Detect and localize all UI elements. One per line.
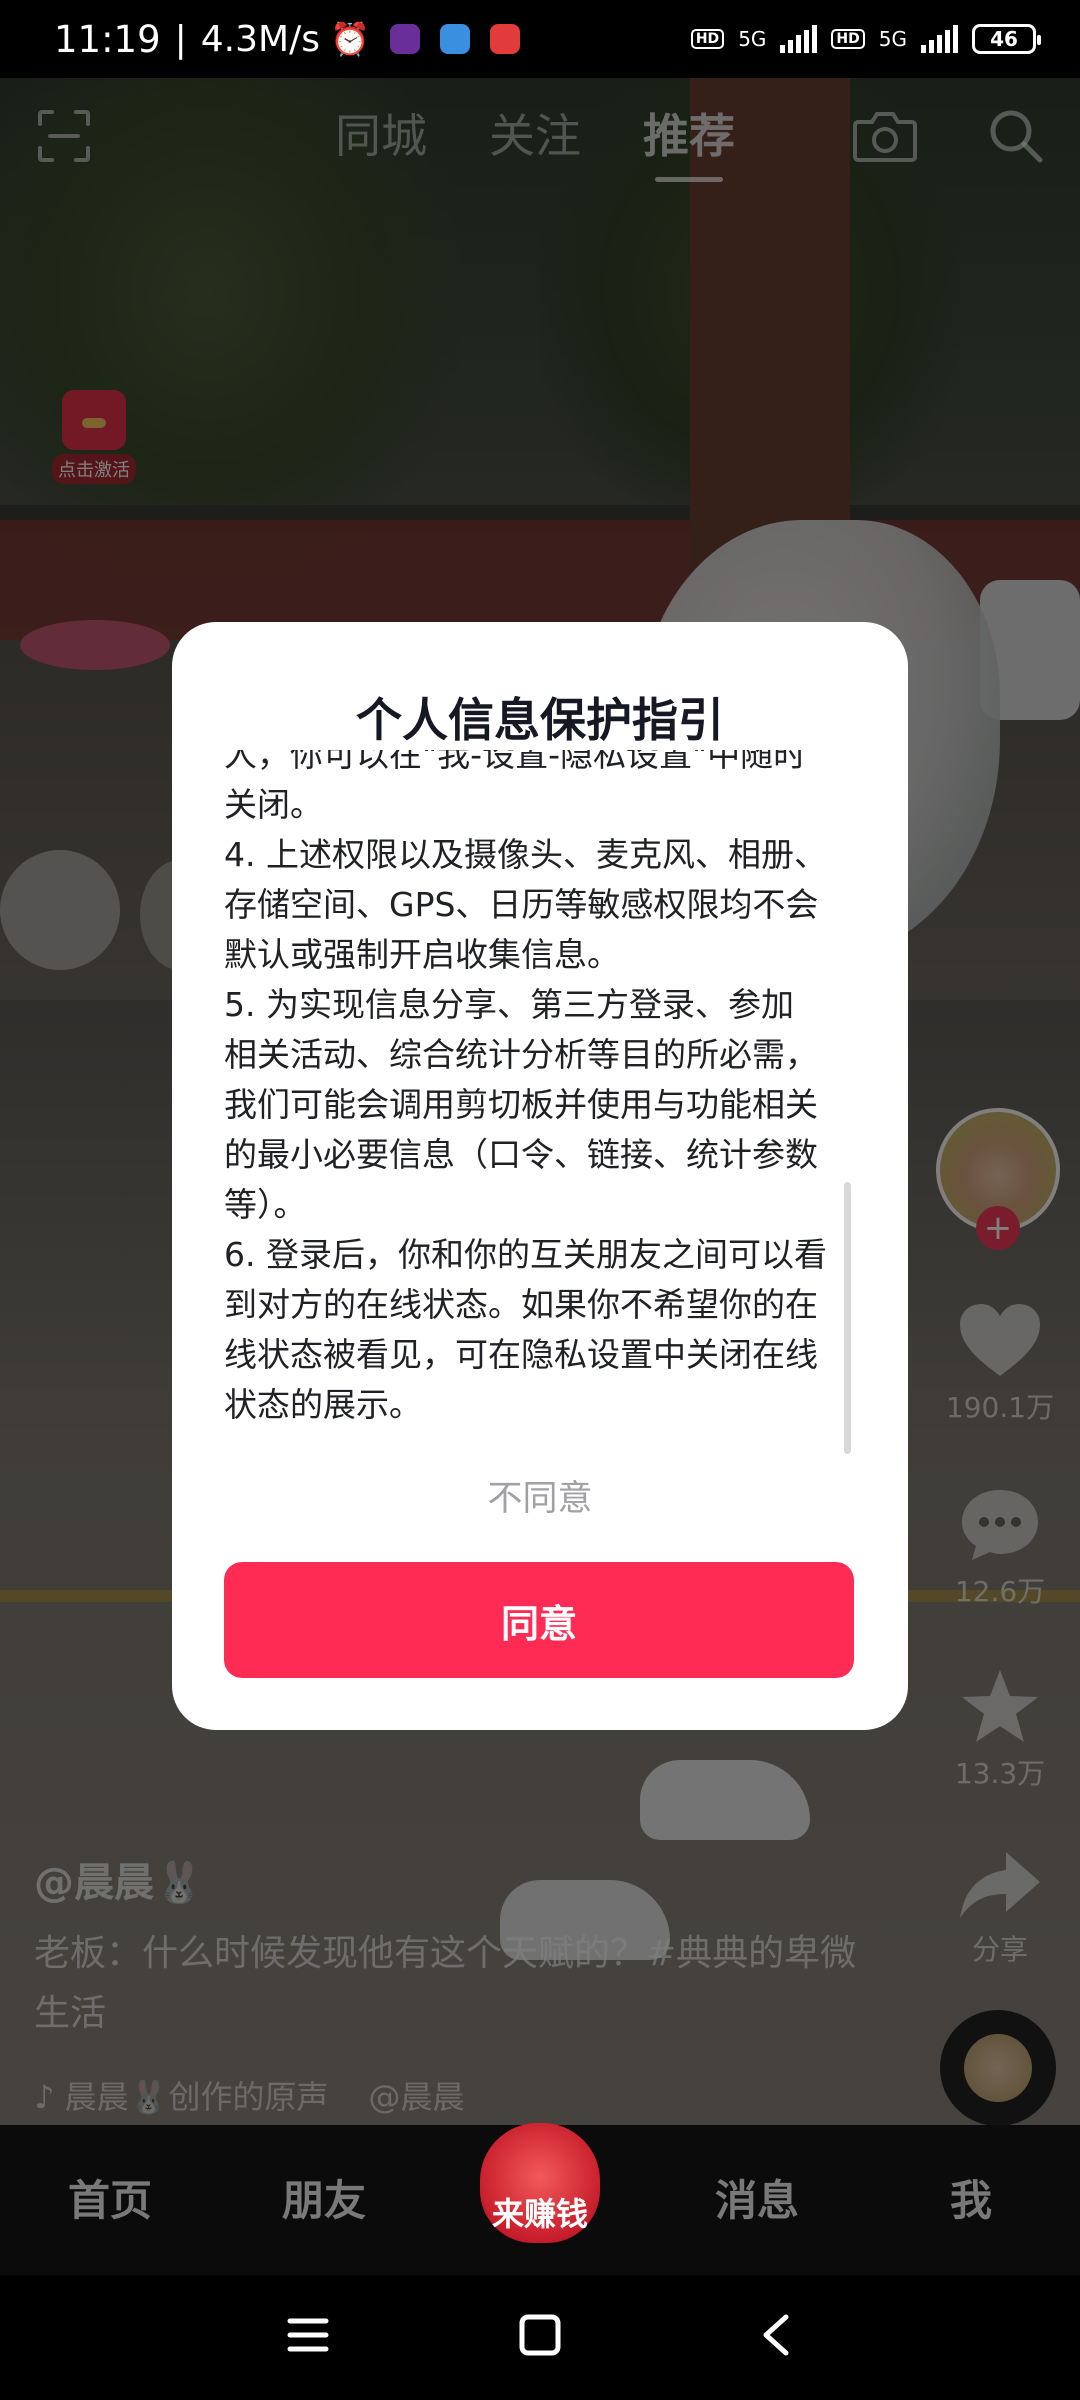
dialog-line: 人，你可以在"我-设置-隐私设置"中随时 (224, 750, 807, 774)
weather-notification-icon (439, 24, 470, 54)
home-icon[interactable] (518, 2313, 562, 2357)
dialog-line: 状态的展示。 (224, 1385, 422, 1424)
dialog-line: 到对方的在线状态。如果你不希望你的在 (224, 1285, 818, 1324)
app-notification-icon (489, 24, 520, 54)
alarm-icon: ⏰ (329, 20, 370, 58)
disagree-button[interactable]: 不同意 (172, 1470, 908, 1521)
dialog-line: 关闭。 (224, 785, 323, 824)
nav-home[interactable]: 首页 (68, 2167, 152, 2228)
battery-level: 46 (990, 27, 1018, 51)
signal-icon (921, 25, 958, 53)
nav-earn[interactable]: 来赚钱 (470, 2115, 610, 2265)
nav-me[interactable]: 我 (950, 2167, 992, 2228)
earn-label: 来赚钱 (491, 2195, 588, 2233)
dialog-title: 个人信息保护指引 (356, 693, 724, 747)
back-icon[interactable] (756, 2313, 800, 2357)
dialog-line: 5. 为实现信息分享、第三方登录、参加 (224, 985, 794, 1024)
app-notification-icon (389, 24, 420, 54)
dialog-line: 6. 登录后，你和你的互关朋友之间可以看 (224, 1235, 827, 1274)
dialog-line: 我们可能会调用剪切板并使用与功能相关 (224, 1085, 818, 1124)
dialog-line: 的最小必要信息（口令、链接、统计参数 (224, 1135, 818, 1174)
bottom-nav: 首页 朋友 来赚钱 消息 我 (0, 2123, 1080, 2275)
status-left: 11:19 | 4.3M/s ⏰ (54, 18, 520, 61)
dialog-line: 相关活动、综合统计分析等目的所必需， (224, 1035, 818, 1074)
network-type: 5G (738, 27, 767, 51)
status-right: HD 5G HD 5G 46 (690, 24, 1041, 54)
battery-icon: 46 (972, 24, 1041, 54)
dialog-line: 等）。 (224, 1185, 307, 1224)
net-speed: 4.3M/s (200, 18, 320, 60)
hd-badge: HD (831, 29, 865, 49)
agree-button[interactable]: 同意 (224, 1562, 854, 1678)
dialog-scrollbar[interactable] (844, 1182, 851, 1454)
hd-badge: HD (690, 29, 725, 49)
status-time: 11:19 (54, 17, 161, 61)
dialog-line: 4. 上述权限以及摄像头、麦克风、相册、 (224, 835, 827, 874)
nav-friends[interactable]: 朋友 (282, 2167, 366, 2228)
network-type: 5G (878, 27, 907, 51)
dialog-scroll-area[interactable]: 人，你可以在"我-设置-隐私设置"中随时 关闭。 4. 上述权限以及摄像头、麦克… (224, 750, 860, 1450)
privacy-dialog: 个人信息保护指引 人，你可以在"我-设置-隐私设置"中随时 关闭。 4. 上述权… (172, 622, 908, 1730)
dialog-line: 线状态被看见，可在隐私设置中关闭在线 (224, 1335, 818, 1374)
signal-icon (780, 25, 818, 53)
dialog-text: 人，你可以在"我-设置-隐私设置"中随时 关闭。 4. 上述权限以及摄像头、麦克… (224, 750, 827, 1430)
nav-messages[interactable]: 消息 (715, 2167, 799, 2228)
menu-icon[interactable] (286, 2313, 330, 2357)
dialog-line: 存储空间、GPS、日历等敏感权限均不会 (224, 885, 819, 924)
status-separator: | (174, 18, 187, 60)
status-bar: 11:19 | 4.3M/s ⏰ HD 5G HD 5G 46 (0, 0, 1080, 78)
system-nav-bar (0, 2275, 1080, 2400)
dialog-line: 默认或强制开启收集信息。 (224, 935, 620, 974)
